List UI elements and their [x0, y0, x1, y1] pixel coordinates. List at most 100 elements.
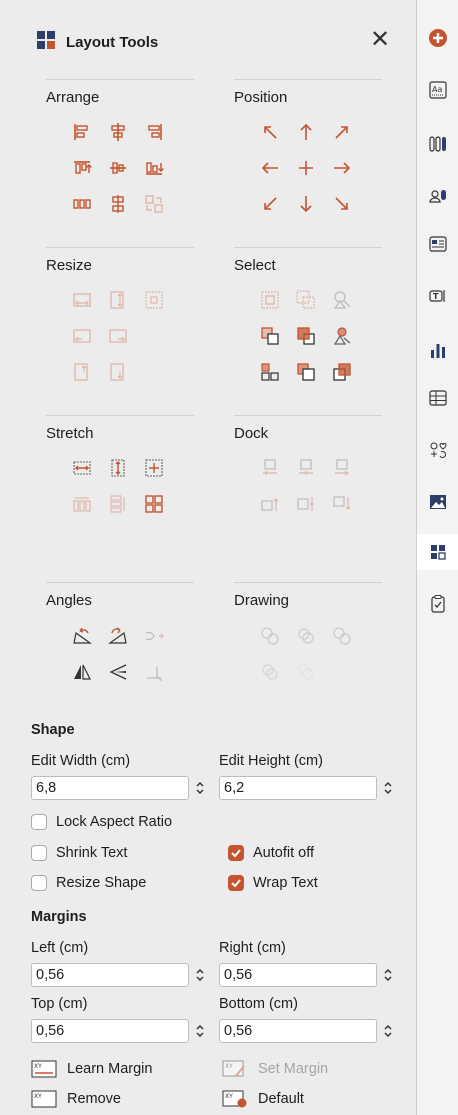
stretch-distribute-h-button[interactable]	[64, 486, 100, 522]
checkmark-icon[interactable]	[228, 845, 244, 861]
align-right-button[interactable]	[136, 114, 172, 150]
autofit-off-checkbox[interactable]: Autofit off	[228, 843, 314, 863]
fit-both-button[interactable]	[136, 282, 172, 318]
move-up-right-button[interactable]	[324, 114, 360, 150]
rotate-left-button[interactable]	[64, 618, 100, 654]
default-button[interactable]: XY Default	[222, 1088, 304, 1110]
move-center-button[interactable]	[288, 150, 324, 186]
move-down-button[interactable]	[288, 186, 324, 222]
flip-horizontal-button[interactable]	[64, 654, 100, 690]
bring-forward-button[interactable]	[252, 318, 288, 354]
remove-button[interactable]: XY Remove	[31, 1088, 121, 1110]
stretch-width-button[interactable]	[64, 450, 100, 486]
draw-union-button[interactable]	[252, 618, 288, 654]
image-icon[interactable]	[417, 484, 458, 520]
layout-tools-icon[interactable]	[417, 534, 458, 570]
table-icon[interactable]	[417, 380, 458, 416]
swap-button[interactable]	[136, 186, 172, 222]
close-icon[interactable]: ✕	[368, 28, 392, 52]
styles-icon[interactable]: Aa	[417, 72, 458, 108]
send-back-button[interactable]	[324, 354, 360, 390]
bottom-margin-field[interactable]: 0,56	[219, 1019, 377, 1043]
stretch-grid	[64, 450, 172, 522]
left-margin-field[interactable]: 0,56	[31, 963, 189, 987]
emoji-icon[interactable]	[417, 432, 458, 468]
shrink-width-left-button[interactable]	[64, 318, 100, 354]
stretch-distribute-v-button[interactable]	[100, 486, 136, 522]
edit-width-stepper: 6,8	[31, 775, 210, 801]
top-margin-stepper: 0,56	[31, 1018, 210, 1044]
dock-center-button[interactable]	[288, 450, 324, 486]
stretch-grid-button[interactable]	[136, 486, 172, 522]
shrink-text-checkbox[interactable]: Shrink Text	[31, 843, 127, 863]
learn-margin-button[interactable]: XY Learn Margin	[31, 1058, 152, 1080]
people-icon[interactable]	[417, 178, 458, 214]
shrink-height-top-button[interactable]	[64, 354, 100, 390]
dock-middle-button[interactable]	[288, 486, 324, 522]
wrap-text-checkbox[interactable]: Wrap Text	[228, 873, 318, 893]
app-logo-icon[interactable]	[417, 20, 458, 56]
form-icon[interactable]	[417, 226, 458, 262]
stepper-arrows-icon[interactable]	[190, 776, 210, 800]
set-margin-button[interactable]: XY Set Margin	[222, 1058, 328, 1080]
stepper-arrows-icon[interactable]	[190, 963, 210, 987]
fit-width-button[interactable]	[64, 282, 100, 318]
move-down-left-button[interactable]	[252, 186, 288, 222]
select-similar-button[interactable]	[324, 282, 360, 318]
checkbox-box[interactable]	[31, 875, 47, 891]
dock-bottom-button[interactable]	[324, 486, 360, 522]
distribute-horizontal-button[interactable]	[64, 186, 100, 222]
columns-icon[interactable]	[417, 126, 458, 162]
draw-combine-button[interactable]	[252, 654, 288, 690]
send-backward-button[interactable]	[288, 354, 324, 390]
checkmark-icon[interactable]	[228, 875, 244, 891]
stepper-arrows-icon[interactable]	[190, 1019, 210, 1043]
chart-icon[interactable]	[417, 332, 458, 368]
shrink-height-bottom-button[interactable]	[100, 354, 136, 390]
draw-split-button[interactable]	[288, 654, 324, 690]
move-up-left-button[interactable]	[252, 114, 288, 150]
move-left-button[interactable]	[252, 150, 288, 186]
distribute-vertical-button[interactable]	[100, 186, 136, 222]
select-pick-button[interactable]	[324, 318, 360, 354]
draw-intersect-button[interactable]	[288, 618, 324, 654]
edit-width-field[interactable]: 6,8	[31, 776, 189, 800]
flip-vertical-button[interactable]	[100, 654, 136, 690]
checkbox-box[interactable]	[31, 845, 47, 861]
checklist-icon[interactable]	[417, 586, 458, 622]
text-box-icon[interactable]: T	[417, 278, 458, 314]
shrink-width-right-button[interactable]	[100, 318, 136, 354]
dock-top-button[interactable]	[252, 486, 288, 522]
align-top-button[interactable]	[64, 150, 100, 186]
stretch-height-button[interactable]	[100, 450, 136, 486]
stretch-both-button[interactable]	[136, 450, 172, 486]
bring-front-button[interactable]	[288, 318, 324, 354]
edit-height-field[interactable]: 6,2	[219, 776, 377, 800]
checkbox-box[interactable]	[31, 814, 47, 830]
top-margin-field[interactable]: 0,56	[31, 1019, 189, 1043]
resize-shape-checkbox[interactable]: Resize Shape	[31, 873, 146, 893]
stepper-arrows-icon[interactable]	[378, 1019, 398, 1043]
angle-custom-button[interactable]	[136, 654, 172, 690]
move-down-right-button[interactable]	[324, 186, 360, 222]
align-middle-button[interactable]	[100, 150, 136, 186]
group-button[interactable]	[252, 354, 288, 390]
dock-right-button[interactable]	[324, 450, 360, 486]
stepper-arrows-icon[interactable]	[378, 963, 398, 987]
move-up-button[interactable]	[288, 114, 324, 150]
rotate-right-button[interactable]	[100, 618, 136, 654]
stepper-arrows-icon[interactable]	[378, 776, 398, 800]
align-left-button[interactable]	[64, 114, 100, 150]
select-touching-button[interactable]	[288, 282, 324, 318]
draw-subtract-button[interactable]	[324, 618, 360, 654]
rotate-custom-button[interactable]	[136, 618, 172, 654]
lock-aspect-ratio-checkbox[interactable]: Lock Aspect Ratio	[31, 812, 172, 832]
dock-left-button[interactable]	[252, 450, 288, 486]
fit-height-button[interactable]	[100, 282, 136, 318]
right-margin-field[interactable]: 0,56	[219, 963, 377, 987]
move-right-button[interactable]	[324, 150, 360, 186]
align-center-button[interactable]	[100, 114, 136, 150]
align-bottom-button[interactable]	[136, 150, 172, 186]
select-inside-button[interactable]	[252, 282, 288, 318]
edit-height-stepper: 6,2	[219, 775, 398, 801]
